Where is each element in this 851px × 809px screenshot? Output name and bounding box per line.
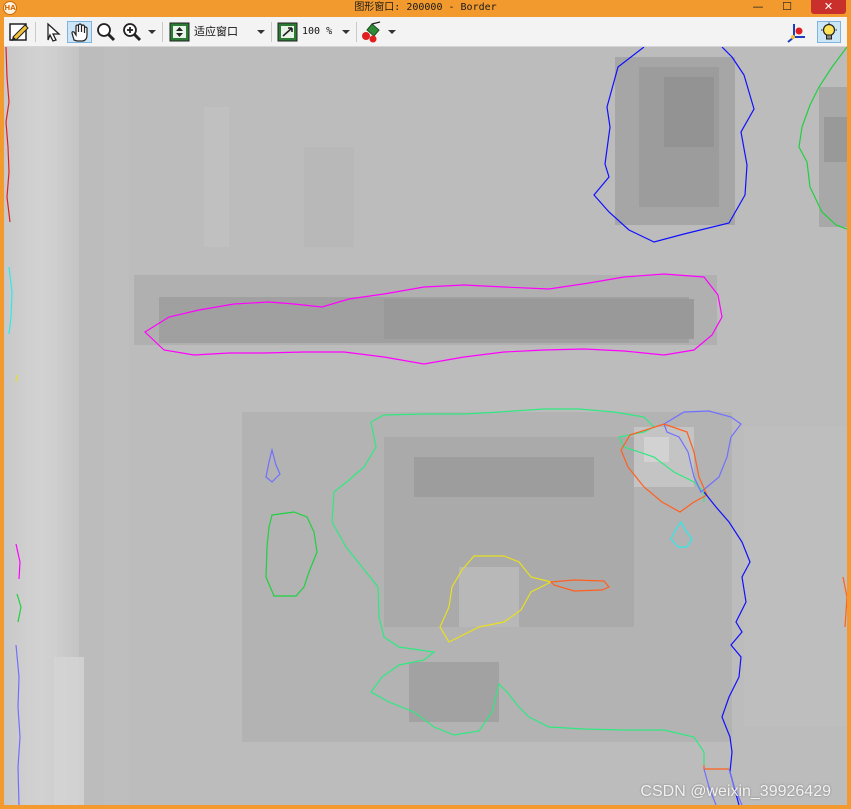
- zoom-dropdown-chevron-down-icon[interactable]: [148, 30, 156, 34]
- fit-window-button[interactable]: [168, 21, 192, 43]
- graphics-canvas[interactable]: CSDN @weixin_39926429: [4, 47, 847, 805]
- zoom-in-button[interactable]: [120, 21, 144, 43]
- graphics-toolbar: 适应窗口 100 %: [4, 17, 847, 47]
- toolbar-separator: [356, 22, 357, 42]
- color-settings-chevron-down-icon[interactable]: [388, 30, 396, 34]
- fit-window-icon: [169, 22, 190, 42]
- gray-image-background: [4, 47, 847, 805]
- magnify-button[interactable]: [94, 21, 118, 43]
- fit-window-chevron-down-icon[interactable]: [257, 30, 265, 34]
- select-pointer-button[interactable]: [41, 21, 65, 43]
- graphics-view: [4, 47, 847, 805]
- fit-window-combo-label[interactable]: 适应窗口: [194, 25, 238, 39]
- axes-3d-icon: [787, 24, 805, 43]
- zoom-level-chevron-down-icon[interactable]: [342, 30, 350, 34]
- edit-settings-button[interactable]: [7, 21, 31, 43]
- magnifier-icon: [97, 23, 116, 42]
- axes-view-button[interactable]: [784, 21, 808, 43]
- paint-color-icon: [362, 21, 381, 43]
- close-button[interactable]: ✕: [811, 0, 846, 14]
- color-settings-button[interactable]: [360, 21, 384, 43]
- pan-hand-button[interactable]: [67, 21, 92, 43]
- zoom-level-icon: [277, 22, 298, 42]
- toolbar-separator: [35, 22, 36, 42]
- hand-icon: [71, 23, 88, 42]
- minimize-button[interactable]: —: [743, 0, 773, 14]
- lightbulb-icon: [821, 22, 837, 40]
- feedback-lightbulb-button[interactable]: [817, 21, 841, 43]
- zoom-level-combo-label[interactable]: 100 %: [302, 25, 332, 39]
- pencil-settings-icon: [9, 23, 29, 41]
- zoom-in-icon: [123, 23, 142, 42]
- maximize-button[interactable]: ☐: [772, 0, 802, 14]
- toolbar-separator: [271, 22, 272, 42]
- watermark-text: CSDN @weixin_39926429: [640, 783, 831, 800]
- toolbar-separator: [162, 22, 163, 42]
- window-bottom-border: [0, 805, 851, 809]
- zoom-level-button[interactable]: [276, 21, 300, 43]
- title-bar: HA 图形窗口: 200000 - Border — ☐ ✕: [0, 0, 851, 16]
- arrow-pointer-icon: [47, 22, 61, 42]
- window-title: 图形窗口: 200000 - Border: [354, 2, 497, 13]
